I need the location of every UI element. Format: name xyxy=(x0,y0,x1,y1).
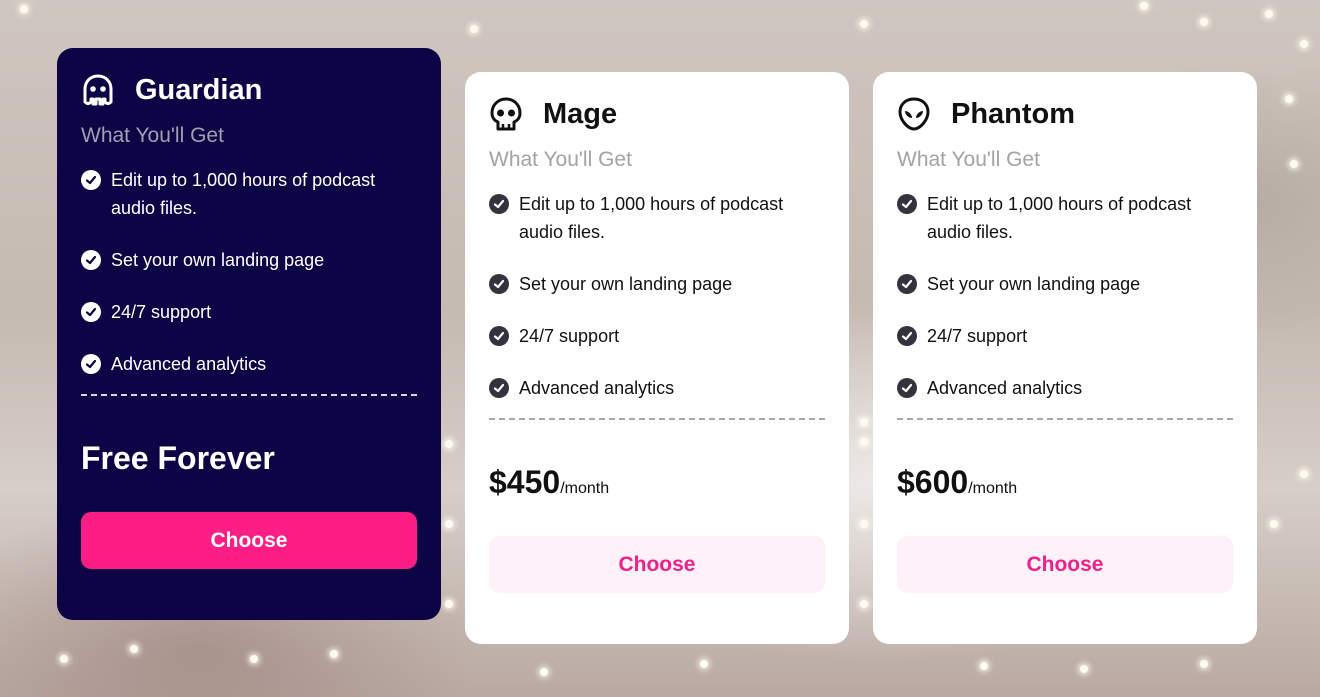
feature-text: Edit up to 1,000 hours of podcast audio … xyxy=(111,170,376,218)
feature-item: 24/7 support xyxy=(897,322,1233,350)
feature-item: Advanced analytics xyxy=(81,350,417,378)
check-icon xyxy=(897,326,917,346)
feature-text: Edit up to 1,000 hours of podcast audio … xyxy=(927,194,1192,242)
feature-item: Advanced analytics xyxy=(897,374,1233,402)
choose-guardian-button[interactable]: Choose xyxy=(81,512,417,569)
price-amount: $600 xyxy=(897,464,969,500)
check-icon xyxy=(897,274,917,294)
feature-text: Set your own landing page xyxy=(927,274,1141,294)
plan-header: Phantom xyxy=(897,96,1233,132)
feature-text: 24/7 support xyxy=(111,302,212,322)
check-icon xyxy=(489,326,509,346)
plan-subtitle: What You'll Get xyxy=(489,148,632,171)
feature-text: Edit up to 1,000 hours of podcast audio … xyxy=(519,194,784,242)
feature-list: Edit up to 1,000 hours of podcast audio … xyxy=(81,166,417,378)
plan-subtitle: What You'll Get xyxy=(81,124,224,147)
feature-item: Set your own landing page xyxy=(489,270,825,298)
feature-item: Set your own landing page xyxy=(81,246,417,274)
check-icon xyxy=(81,250,101,270)
plan-subtitle: What You'll Get xyxy=(897,148,1040,171)
check-icon xyxy=(81,302,101,322)
check-icon xyxy=(897,194,917,214)
feature-text: 24/7 support xyxy=(927,326,1028,346)
divider xyxy=(897,418,1233,420)
divider xyxy=(489,418,825,420)
feature-text: Advanced analytics xyxy=(519,378,675,398)
plan-card-mage: Mage What You'll Get Edit up to 1,000 ho… xyxy=(465,72,849,644)
plan-name: Guardian xyxy=(135,73,263,106)
feature-item: Edit up to 1,000 hours of podcast audio … xyxy=(897,190,1233,246)
plan-name: Phantom xyxy=(951,97,1076,130)
plan-name: Mage xyxy=(543,97,618,130)
plan-card-guardian: Guardian What You'll Get Edit up to 1,00… xyxy=(57,48,441,620)
feature-item: 24/7 support xyxy=(81,298,417,326)
choose-mage-button[interactable]: Choose xyxy=(489,536,825,593)
feature-text: Set your own landing page xyxy=(519,274,733,294)
feature-item: Edit up to 1,000 hours of podcast audio … xyxy=(489,190,825,246)
plan-price: $600/month xyxy=(897,464,1233,504)
feature-item: Edit up to 1,000 hours of podcast audio … xyxy=(81,166,417,222)
feature-text: Set your own landing page xyxy=(111,250,325,270)
price-amount: $450 xyxy=(489,464,561,500)
feature-item: 24/7 support xyxy=(489,322,825,350)
plan-header: Mage xyxy=(489,96,825,132)
plan-price: Free Forever xyxy=(81,440,275,476)
feature-text: 24/7 support xyxy=(519,326,620,346)
ghost-icon xyxy=(81,72,115,108)
price-period: /month xyxy=(968,480,1018,497)
check-icon xyxy=(489,194,509,214)
plan-price: $450/month xyxy=(489,464,825,504)
check-icon xyxy=(897,378,917,398)
plan-header: Guardian xyxy=(81,72,417,108)
feature-text: Advanced analytics xyxy=(927,378,1083,398)
feature-list: Edit up to 1,000 hours of podcast audio … xyxy=(489,190,825,402)
skull-icon xyxy=(489,96,523,132)
feature-text: Advanced analytics xyxy=(111,354,267,374)
choose-phantom-button[interactable]: Choose xyxy=(897,536,1233,593)
feature-list: Edit up to 1,000 hours of podcast audio … xyxy=(897,190,1233,402)
check-icon xyxy=(81,354,101,374)
alien-icon xyxy=(897,96,931,132)
check-icon xyxy=(489,274,509,294)
price-period: /month xyxy=(560,480,610,497)
divider xyxy=(81,394,417,396)
plan-card-phantom: Phantom What You'll Get Edit up to 1,000… xyxy=(873,72,1257,644)
feature-item: Set your own landing page xyxy=(897,270,1233,298)
check-icon xyxy=(489,378,509,398)
feature-item: Advanced analytics xyxy=(489,374,825,402)
check-icon xyxy=(81,170,101,190)
